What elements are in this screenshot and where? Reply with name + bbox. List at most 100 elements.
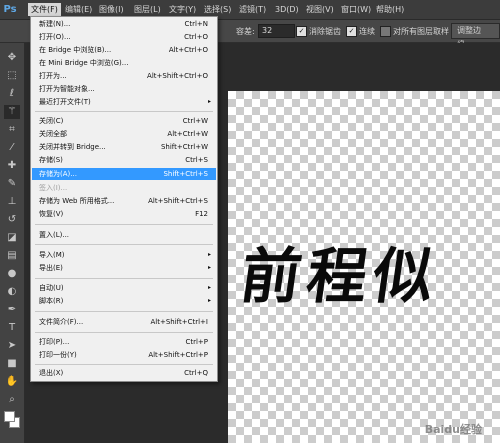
menu-item-label: 恢复(V) [39, 210, 64, 218]
menu-item-close-go-bridge[interactable]: 关闭并转到 Bridge... Shift+Ctrl+W [32, 141, 216, 153]
menu-3d[interactable]: 3D(D) [272, 3, 302, 16]
file-menu-dropdown: 新建(N)... Ctrl+N 打开(O)... Ctrl+O 在 Bridge 中… [30, 16, 218, 382]
menu-separator [35, 278, 213, 279]
submenu-arrow-icon: ▸ [207, 251, 211, 258]
foreground-color-swatch[interactable] [4, 411, 15, 422]
menu-item-save[interactable]: 存储(S) Ctrl+S [32, 154, 216, 166]
watermark: Baidu经验 [424, 423, 482, 436]
menu-item-recent-files[interactable]: 最近打开文件(T) ▸ [32, 96, 216, 108]
menu-item-revert[interactable]: 恢复(V) F12 [32, 208, 216, 220]
menu-separator [35, 224, 213, 225]
submenu-arrow-icon: ▸ [207, 284, 211, 291]
menu-item-label: 在 Mini Bridge 中浏览(G)... [39, 59, 129, 67]
menu-item-shortcut: Alt+Ctrl+W [167, 130, 208, 138]
menu-separator [35, 111, 213, 112]
menu-item-save-as[interactable]: 存储为(A)... Shift+Ctrl+S [32, 168, 216, 180]
history-brush-icon[interactable]: ↺ [4, 213, 20, 227]
sample-all-checkbox[interactable] [380, 26, 391, 37]
menu-filter[interactable]: 滤镜(T) [236, 3, 269, 16]
path-selection-icon[interactable]: ➤ [4, 339, 20, 353]
refine-edge-button[interactable]: 调整边缘... [451, 23, 500, 49]
menu-edit[interactable]: 编辑(E) [62, 3, 95, 16]
menu-image[interactable]: 图像(I) [96, 3, 127, 16]
menu-item-label: 新建(N)... [39, 20, 71, 28]
menu-file[interactable]: 文件(F) [28, 3, 61, 16]
menu-item-browse-bridge[interactable]: 在 Bridge 中浏览(B)... Alt+Ctrl+O [32, 44, 216, 56]
gradient-icon[interactable]: ▤ [4, 249, 20, 263]
menu-item-label: 关闭(C) [39, 117, 64, 125]
menu-item-scripts[interactable]: 脚本(R) ▸ [32, 295, 216, 307]
hand-icon[interactable]: ✋ [4, 375, 20, 389]
menu-item-label: 打印一份(Y) [39, 351, 77, 359]
shape-icon[interactable]: ■ [4, 357, 20, 371]
menu-item-open[interactable]: 打开(O)... Ctrl+O [32, 31, 216, 43]
menu-item-label: 置入(L)... [39, 231, 70, 239]
menu-item-browse-mini-bridge[interactable]: 在 Mini Bridge 中浏览(G)... [32, 57, 216, 69]
menu-item-print-one-copy[interactable]: 打印一份(Y) Alt+Shift+Ctrl+P [32, 349, 216, 361]
type-icon[interactable]: T [4, 321, 20, 335]
submenu-arrow-icon: ▸ [207, 98, 211, 105]
dodge-icon[interactable]: ◐ [4, 285, 20, 299]
menu-item-label: 打开为智能对象... [39, 85, 95, 93]
clone-stamp-icon[interactable]: ⊥ [4, 195, 20, 209]
menu-item-shortcut: Shift+Ctrl+S [163, 170, 208, 178]
menu-layer[interactable]: 图层(L) [131, 3, 164, 16]
menu-item-automate[interactable]: 自动(U) ▸ [32, 282, 216, 294]
menu-item-close[interactable]: 关闭(C) Ctrl+W [32, 115, 216, 127]
photoshop-logo: Ps [3, 4, 17, 15]
menu-item-shortcut: Ctrl+W [182, 117, 208, 125]
healing-brush-icon[interactable]: ✚ [4, 159, 20, 173]
menu-item-label: 打印(P)... [39, 338, 70, 346]
blur-icon[interactable]: ● [4, 267, 20, 281]
contiguous-label: 连续 [359, 27, 375, 36]
calligraphy-text: 前程似 [236, 242, 445, 312]
magic-wand-icon[interactable]: ⚚ [4, 105, 20, 119]
menu-item-label: 签入(I)... [39, 184, 68, 192]
menu-view[interactable]: 视图(V) [303, 3, 337, 16]
eyedropper-icon[interactable]: ⁄ [4, 141, 20, 155]
menu-item-label: 打开为... [39, 72, 67, 80]
marquee-icon[interactable]: ⬚ [4, 69, 20, 83]
menu-item-open-as-smart-object[interactable]: 打开为智能对象... [32, 83, 216, 95]
menu-item-file-info[interactable]: 文件简介(F)... Alt+Shift+Ctrl+I [32, 316, 216, 328]
menu-item-label: 存储为 Web 所用格式... [39, 197, 115, 205]
antialias-checkbox[interactable]: ✓ [296, 26, 307, 37]
menu-item-label: 导出(E) [39, 264, 63, 272]
menu-type[interactable]: 文字(Y) [166, 3, 199, 16]
brush-icon[interactable]: ✎ [4, 177, 20, 191]
menu-item-print[interactable]: 打印(P)... Ctrl+P [32, 336, 216, 348]
menu-item-place[interactable]: 置入(L)... [32, 229, 216, 241]
crop-icon[interactable]: ⌗ [4, 123, 20, 137]
menu-item-label: 关闭并转到 Bridge... [39, 143, 106, 151]
menu-item-label: 在 Bridge 中浏览(B)... [39, 46, 112, 54]
tolerance-input[interactable]: 32 [258, 24, 295, 38]
sample-all-label: 对所有图层取样 [393, 27, 449, 36]
menu-item-exit[interactable]: 退出(X) Ctrl+Q [32, 367, 216, 379]
menu-select[interactable]: 选择(S) [201, 3, 234, 16]
menu-item-export[interactable]: 导出(E) ▸ [32, 262, 216, 274]
menu-item-new[interactable]: 新建(N)... Ctrl+N [32, 18, 216, 30]
menu-separator [35, 244, 213, 245]
menu-item-shortcut: Ctrl+O [184, 33, 208, 41]
menu-item-label: 脚本(R) [39, 297, 64, 305]
eraser-icon[interactable]: ◪ [4, 231, 20, 245]
menu-help[interactable]: 帮助(H) [373, 3, 407, 16]
menu-item-shortcut: Alt+Shift+Ctrl+O [147, 72, 208, 80]
lasso-icon[interactable]: ℓ [4, 87, 20, 101]
menu-separator [35, 311, 213, 312]
move-icon[interactable]: ✥ [4, 51, 20, 65]
menu-separator [35, 332, 213, 333]
menu-item-shortcut: Ctrl+Q [184, 369, 208, 377]
antialias-label: 消除锯齿 [309, 27, 341, 36]
menu-item-save-for-web[interactable]: 存储为 Web 所用格式... Alt+Shift+Ctrl+S [32, 195, 216, 207]
zoom-icon[interactable]: ⌕ [4, 393, 20, 407]
menu-window[interactable]: 窗口(W) [338, 3, 374, 16]
menu-item-import[interactable]: 导入(M) ▸ [32, 249, 216, 261]
pen-icon[interactable]: ✒ [4, 303, 20, 317]
menu-item-close-all[interactable]: 关闭全部 Alt+Ctrl+W [32, 128, 216, 140]
menu-item-shortcut: Alt+Shift+Ctrl+P [148, 351, 208, 359]
menu-separator [35, 364, 213, 365]
menu-item-open-as[interactable]: 打开为... Alt+Shift+Ctrl+O [32, 70, 216, 82]
contiguous-checkbox[interactable]: ✓ [346, 26, 357, 37]
tolerance-label: 容差: [236, 27, 255, 36]
